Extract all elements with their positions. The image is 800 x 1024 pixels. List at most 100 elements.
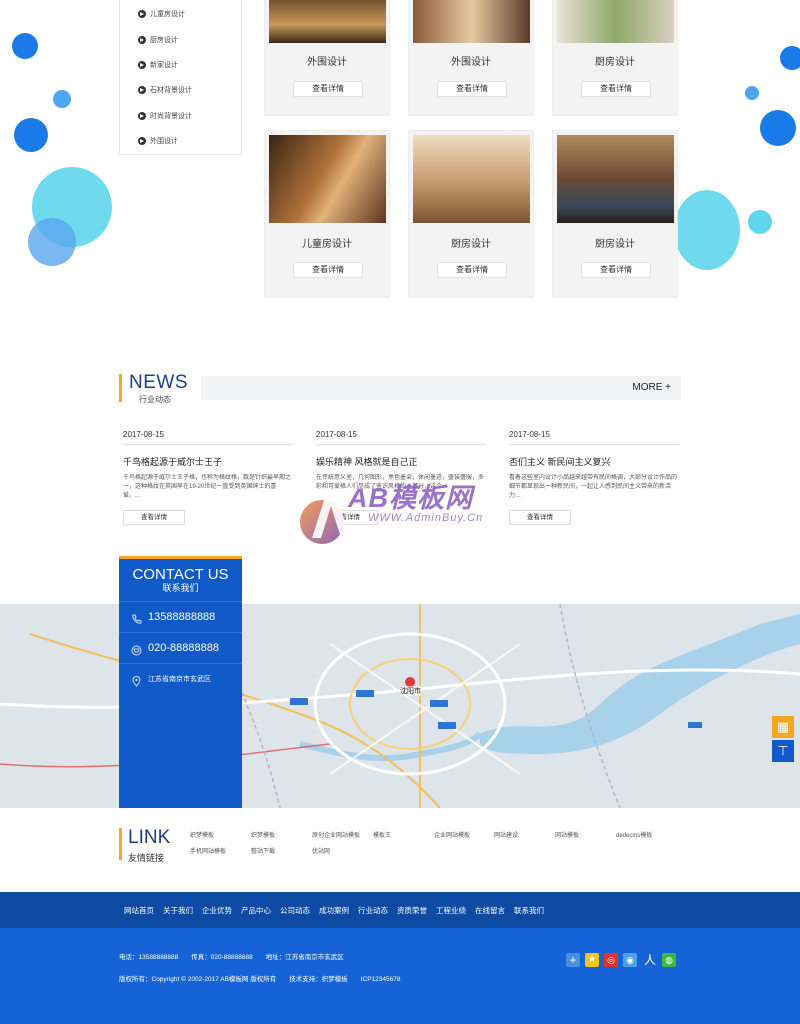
arrow-bullet-icon xyxy=(138,10,146,18)
view-details-button[interactable]: 查看详情 xyxy=(581,81,651,97)
renren-icon[interactable]: 人 xyxy=(643,953,657,967)
product-image xyxy=(413,135,530,223)
link-title: LINK xyxy=(128,827,171,848)
contact-phone-row: 13588888888 xyxy=(119,601,242,632)
back-to-top-icon: ⊤ xyxy=(777,743,789,758)
nav-link-industry-news[interactable]: 行业动态 xyxy=(358,905,388,916)
category-panel xyxy=(119,0,242,155)
contact-phone: 13588888888 xyxy=(148,611,216,623)
footer-contact: 电话：13588888888 传真：020-88888888 地址：江苏省南京市… xyxy=(119,954,344,961)
product-title: 外围设计 xyxy=(307,57,347,68)
news-header-strip: MORE + xyxy=(201,376,681,400)
divider xyxy=(316,444,486,445)
news-date: 2017-08-15 xyxy=(123,430,164,439)
back-to-top-button[interactable]: ⊤ xyxy=(772,740,794,762)
arrow-bullet-icon xyxy=(138,36,146,44)
contact-tel-row: 020-88888888 xyxy=(119,632,242,663)
product-card[interactable]: 厨房设计 查看详情 xyxy=(552,0,678,116)
decor-bubble xyxy=(12,33,38,59)
map-city-label: 沈阳市 xyxy=(400,686,421,696)
news-headline[interactable]: 千鸟格起源于威尔士王子 xyxy=(123,455,293,468)
product-card[interactable]: 厨房设计 查看详情 xyxy=(552,130,678,298)
product-image xyxy=(413,0,530,43)
category-item[interactable]: 儿童房设计 xyxy=(138,9,185,19)
nav-link-projects[interactable]: 工程业绩 xyxy=(436,905,466,916)
decor-bubble xyxy=(674,190,740,270)
tel-icon xyxy=(131,643,142,655)
wechat-icon[interactable]: ◍ xyxy=(662,953,676,967)
view-details-button[interactable]: 查看详情 xyxy=(123,510,185,525)
nav-link-contact[interactable]: 联系我们 xyxy=(514,905,544,916)
news-excerpt: 千鸟格起源于威尔士王子格，也称为格纹格，数是针织最早期之一，这种格纹在英国早在1… xyxy=(123,475,292,499)
nav-link-about[interactable]: 关于我们 xyxy=(163,905,193,916)
category-item[interactable]: 厨房设计 xyxy=(138,35,178,45)
contact-address: 江苏省南京市玄武区 xyxy=(148,676,211,683)
contact-panel: CONTACT US 联系我们 13588888888 020-88888888… xyxy=(119,556,242,808)
friend-link[interactable]: 织梦模板 xyxy=(190,830,214,839)
decor-bubble xyxy=(760,110,796,146)
product-image xyxy=(269,135,386,223)
contact-tel: 020-88888888 xyxy=(148,642,219,654)
friend-link[interactable]: 整站下载 xyxy=(251,846,275,855)
news-item[interactable]: 2017-08-15 千鸟格起源于威尔士王子 千鸟格起源于威尔士王子格，也称为格… xyxy=(123,430,293,525)
product-title: 厨房设计 xyxy=(451,239,491,250)
decor-bubble xyxy=(748,210,772,234)
nav-link-products[interactable]: 产品中心 xyxy=(241,905,271,916)
more-link[interactable]: MORE + xyxy=(632,382,671,393)
product-title: 厨房设计 xyxy=(595,57,635,68)
product-title: 儿童房设计 xyxy=(302,239,352,250)
news-subtitle: 行业动态 xyxy=(139,395,171,404)
category-item[interactable]: 新家设计 xyxy=(138,60,178,70)
product-card[interactable]: 儿童房设计 查看详情 xyxy=(264,130,390,298)
friend-link[interactable]: 网站建设 xyxy=(494,830,518,839)
category-item[interactable]: 石材背景设计 xyxy=(138,85,192,95)
nav-link-message[interactable]: 在线留言 xyxy=(475,905,505,916)
nav-link-cases[interactable]: 成功案例 xyxy=(319,905,349,916)
link-subtitle: 友情链接 xyxy=(128,853,165,863)
nav-link-home[interactable]: 网站首页 xyxy=(124,905,154,916)
product-image xyxy=(557,0,674,43)
tencent-weibo-icon[interactable]: ◉ xyxy=(623,953,637,967)
watermark-brand: AB模板网 xyxy=(348,483,473,513)
view-details-button[interactable]: 查看详情 xyxy=(293,262,363,278)
news-headline[interactable]: 否们主义 新民间主义复兴 xyxy=(509,455,679,468)
nav-link-advantage[interactable]: 企业优势 xyxy=(202,905,232,916)
nav-link-company-news[interactable]: 公司动态 xyxy=(280,905,310,916)
news-date: 2017-08-15 xyxy=(316,430,357,439)
accent-bar xyxy=(119,556,242,559)
qzone-icon[interactable]: ★ xyxy=(585,953,599,967)
category-item[interactable]: 时尚背景设计 xyxy=(138,111,192,121)
category-item[interactable]: 外围设计 xyxy=(138,136,178,146)
nav-link-honors[interactable]: 资质荣誉 xyxy=(397,905,427,916)
product-card[interactable]: 外围设计 查看详情 xyxy=(408,0,534,116)
view-details-button[interactable]: 查看详情 xyxy=(293,81,363,97)
accent-bar xyxy=(119,374,122,402)
page: 儿童房设计 厨房设计 新家设计 石材背景设计 时尚背景设计 外围设计 外围设计 … xyxy=(0,0,800,1024)
news-headline[interactable]: 娱乐精神 风格就是自己正 xyxy=(316,455,486,468)
decor-bubble xyxy=(780,46,800,70)
friend-link[interactable]: 企业网站模板 xyxy=(434,830,470,839)
product-card[interactable]: 厨房设计 查看详情 xyxy=(408,130,534,298)
friend-link[interactable]: 手机网站模板 xyxy=(190,846,226,855)
view-details-button[interactable]: 查看详情 xyxy=(437,81,507,97)
location-icon xyxy=(131,674,142,687)
friend-link[interactable]: dedecms模板 xyxy=(616,830,652,839)
friend-link[interactable]: 模板王 xyxy=(373,830,391,839)
decor-bubble xyxy=(53,90,71,108)
friend-link[interactable]: 原创企业网站模板 xyxy=(312,830,360,839)
qrcode-button[interactable]: ▦ xyxy=(772,716,794,738)
product-title: 外围设计 xyxy=(451,57,491,68)
friend-link[interactable]: 网站模板 xyxy=(555,830,579,839)
footer-copyright: 版权所有：Copyright © 2002-2017 AB模板网 版权所有 技术… xyxy=(119,976,401,983)
friend-link[interactable]: 织梦模板 xyxy=(251,830,275,839)
divider xyxy=(509,444,679,445)
view-details-button[interactable]: 查看详情 xyxy=(437,262,507,278)
arrow-bullet-icon xyxy=(138,137,146,145)
friend-link[interactable]: 优站网 xyxy=(312,846,330,855)
view-details-button[interactable]: 查看详情 xyxy=(581,262,651,278)
product-card[interactable]: 外围设计 查看详情 xyxy=(264,0,390,116)
share-add-icon[interactable]: + xyxy=(566,953,580,967)
view-details-button[interactable]: 查看详情 xyxy=(509,510,571,525)
weibo-icon[interactable]: ◎ xyxy=(604,953,618,967)
news-item[interactable]: 2017-08-15 否们主义 新民间主义复兴 看着这些室内设计小品越来越带有民… xyxy=(509,430,679,525)
